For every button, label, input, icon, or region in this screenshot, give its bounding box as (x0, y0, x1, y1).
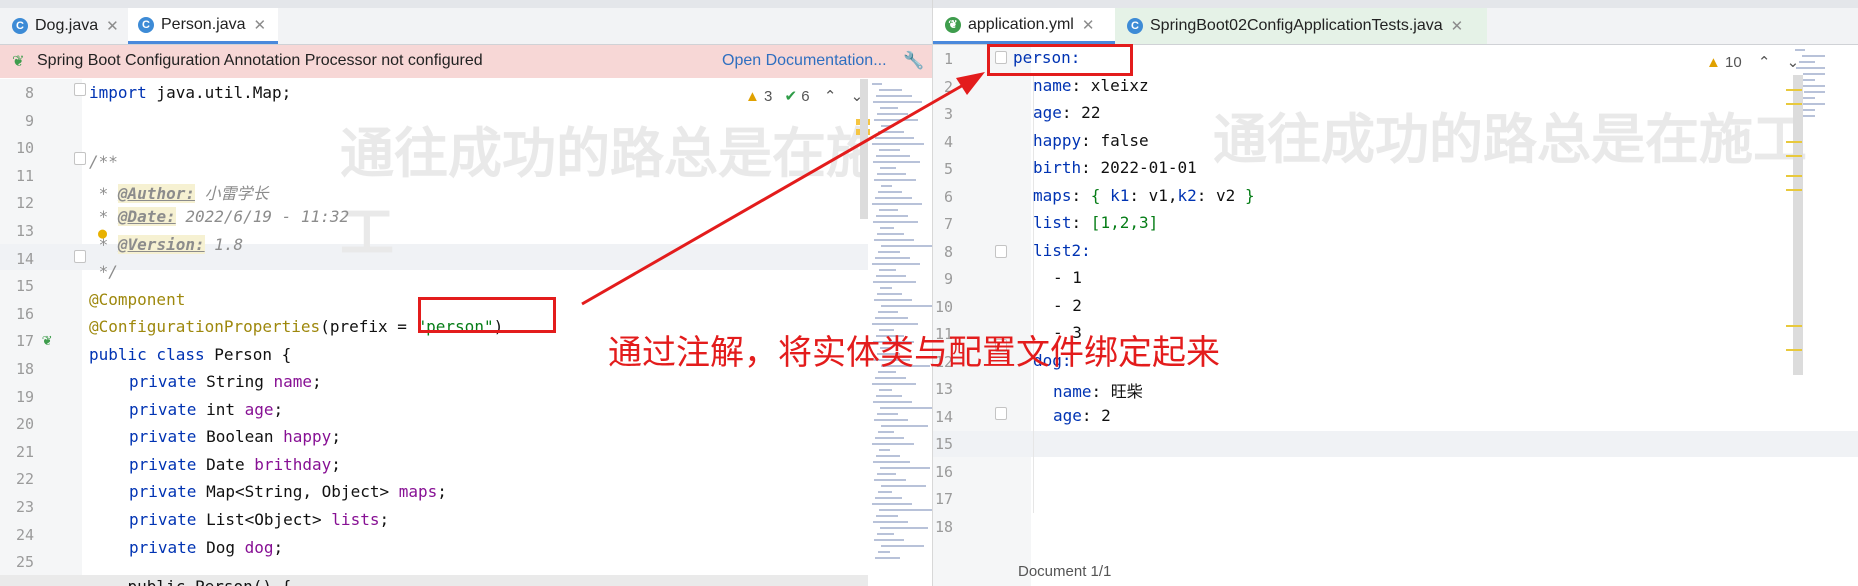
annotation-arrow (581, 72, 985, 306)
annotation-text: 通过注解，将实体类与配置文件绑定起来 (608, 333, 1220, 373)
